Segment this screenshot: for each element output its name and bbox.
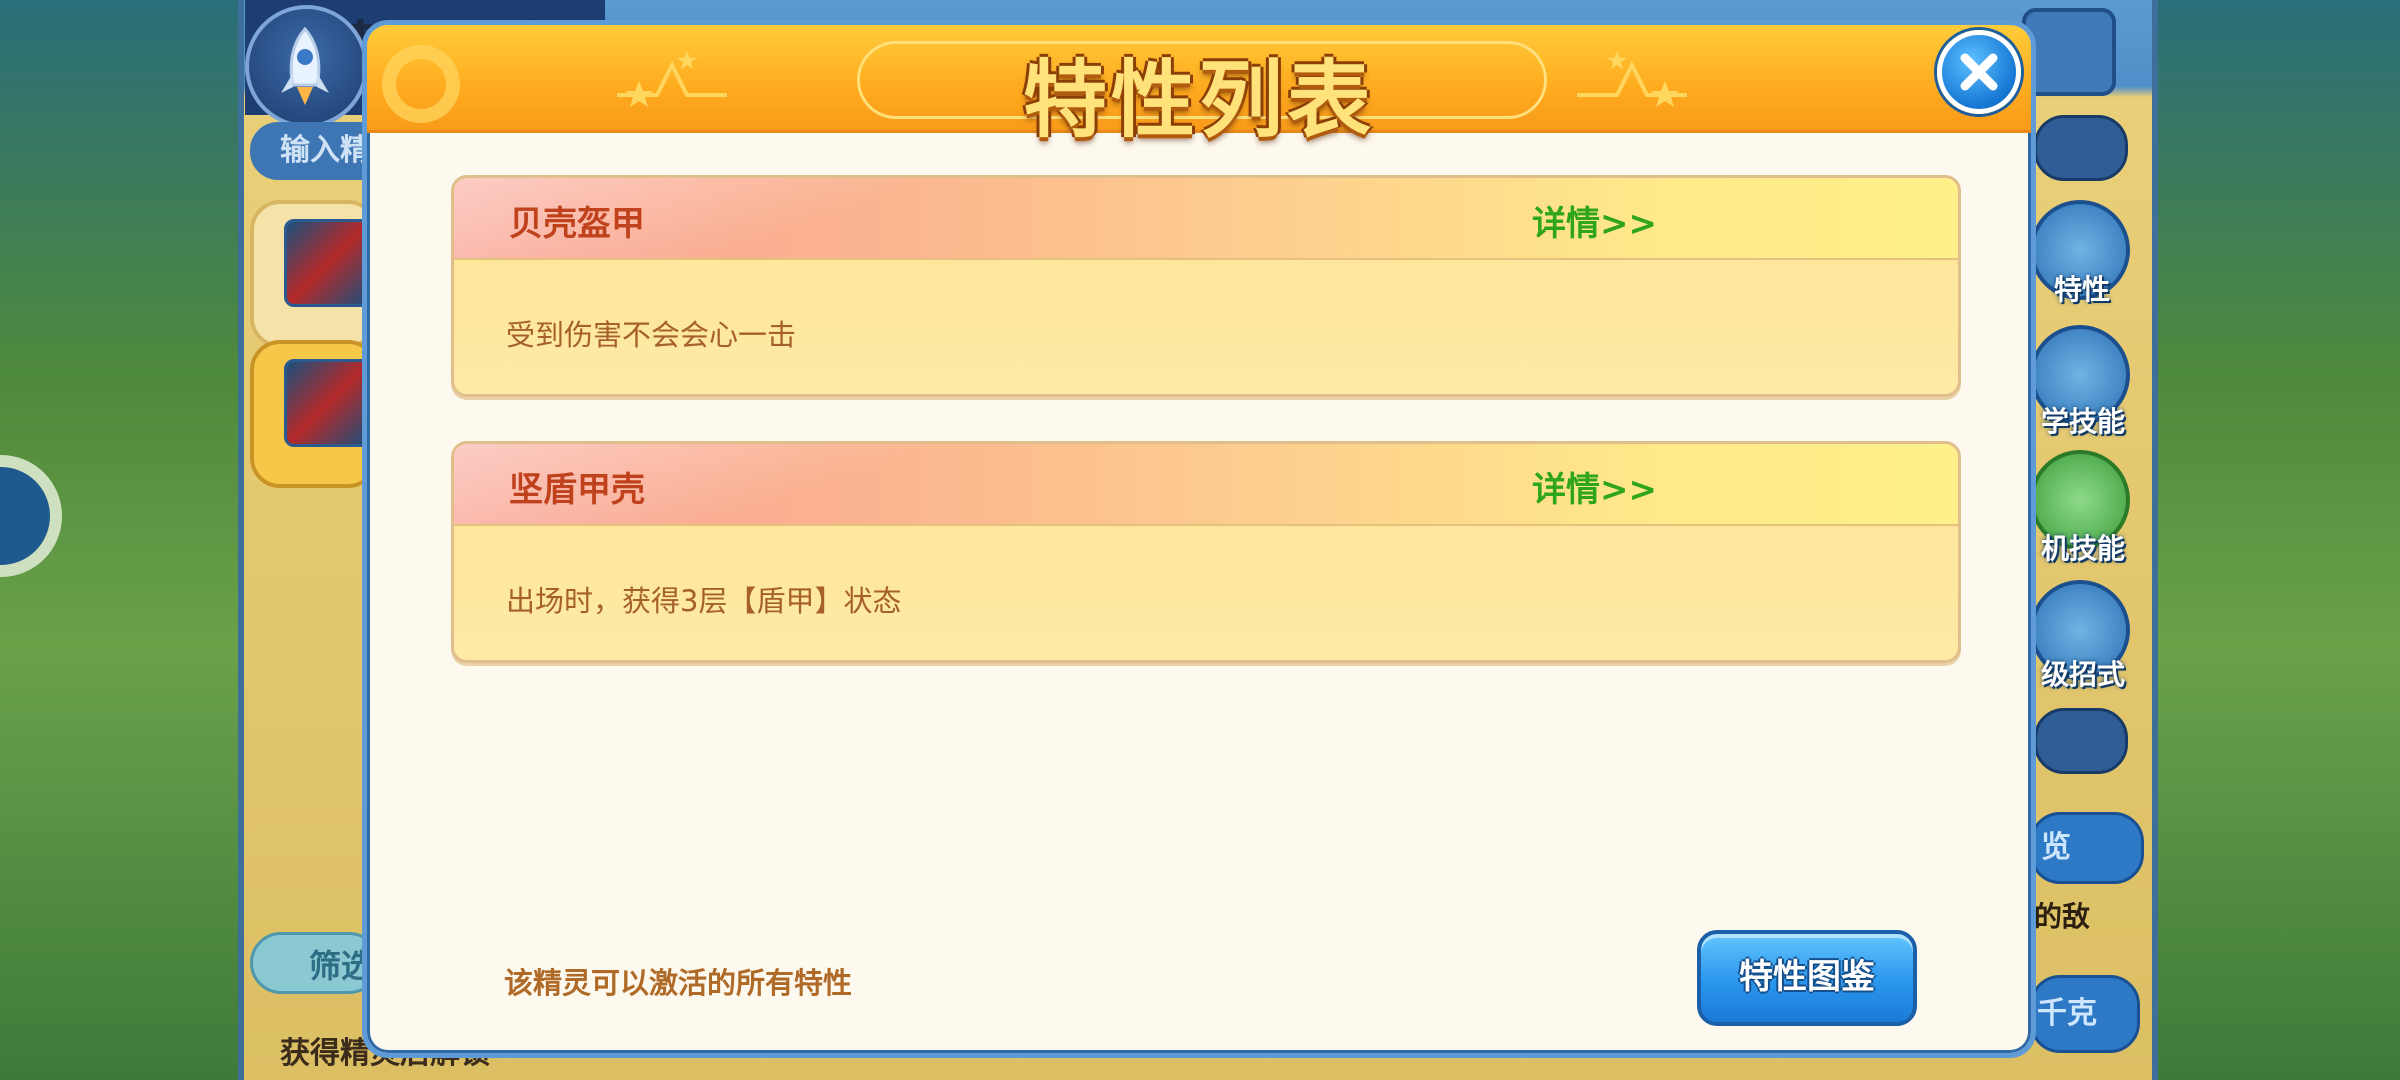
- trait-card-body: 受到伤害不会会心一击: [454, 260, 1958, 394]
- trait-card: 贝壳盔甲 详情>> 受到伤害不会会心一击: [451, 175, 1961, 397]
- background-filter-button: 筛选: [250, 932, 380, 994]
- background-scroll-down-button: [2034, 708, 2128, 774]
- trait-name: 贝壳盔甲: [509, 204, 645, 244]
- background-overview-button: 览: [2030, 812, 2144, 884]
- dialog-header: 特性列表: [367, 25, 2031, 149]
- trait-list-dialog: 特性列表 贝壳盔甲 详情>> 受到伤害不会会心一击 坚盾甲壳 详情>> 出场时，…: [362, 20, 2036, 1058]
- trait-name: 坚盾甲壳: [509, 470, 645, 510]
- trait-detail-link[interactable]: 详情>>: [1532, 196, 1657, 245]
- trait-description: 受到伤害不会会心一击: [506, 318, 797, 352]
- trait-card-body: 出场时，获得3层【盾甲】状态: [454, 526, 1958, 660]
- trait-detail-link[interactable]: 详情>>: [1532, 462, 1657, 511]
- background-pet-card-selected: [250, 340, 378, 488]
- background-pet-card: [250, 200, 378, 348]
- trait-guide-button[interactable]: 特性图鉴: [1697, 930, 1917, 1026]
- trait-description: 出场时，获得3层【盾甲】状态: [506, 584, 902, 618]
- background-weight-badge: 千克: [2030, 975, 2140, 1053]
- background-side-text: 的敌: [2034, 900, 2091, 933]
- dialog-title: 特性列表: [1022, 51, 1375, 149]
- trait-card-header: 坚盾甲壳 详情>>: [454, 444, 1958, 526]
- background-scroll-up-button: [2034, 115, 2128, 181]
- left-joystick: [0, 455, 62, 577]
- trait-card-header: 贝壳盔甲 详情>>: [454, 178, 1958, 260]
- rocket-icon: [245, 5, 368, 128]
- trait-card: 坚盾甲壳 详情>> 出场时，获得3层【盾甲】状态: [451, 441, 1961, 663]
- background-close-button: [2022, 8, 2116, 96]
- dialog-footer-text: 该精灵可以激活的所有特性: [504, 966, 853, 1000]
- close-button[interactable]: [1937, 30, 2021, 114]
- close-icon: [1960, 53, 1998, 91]
